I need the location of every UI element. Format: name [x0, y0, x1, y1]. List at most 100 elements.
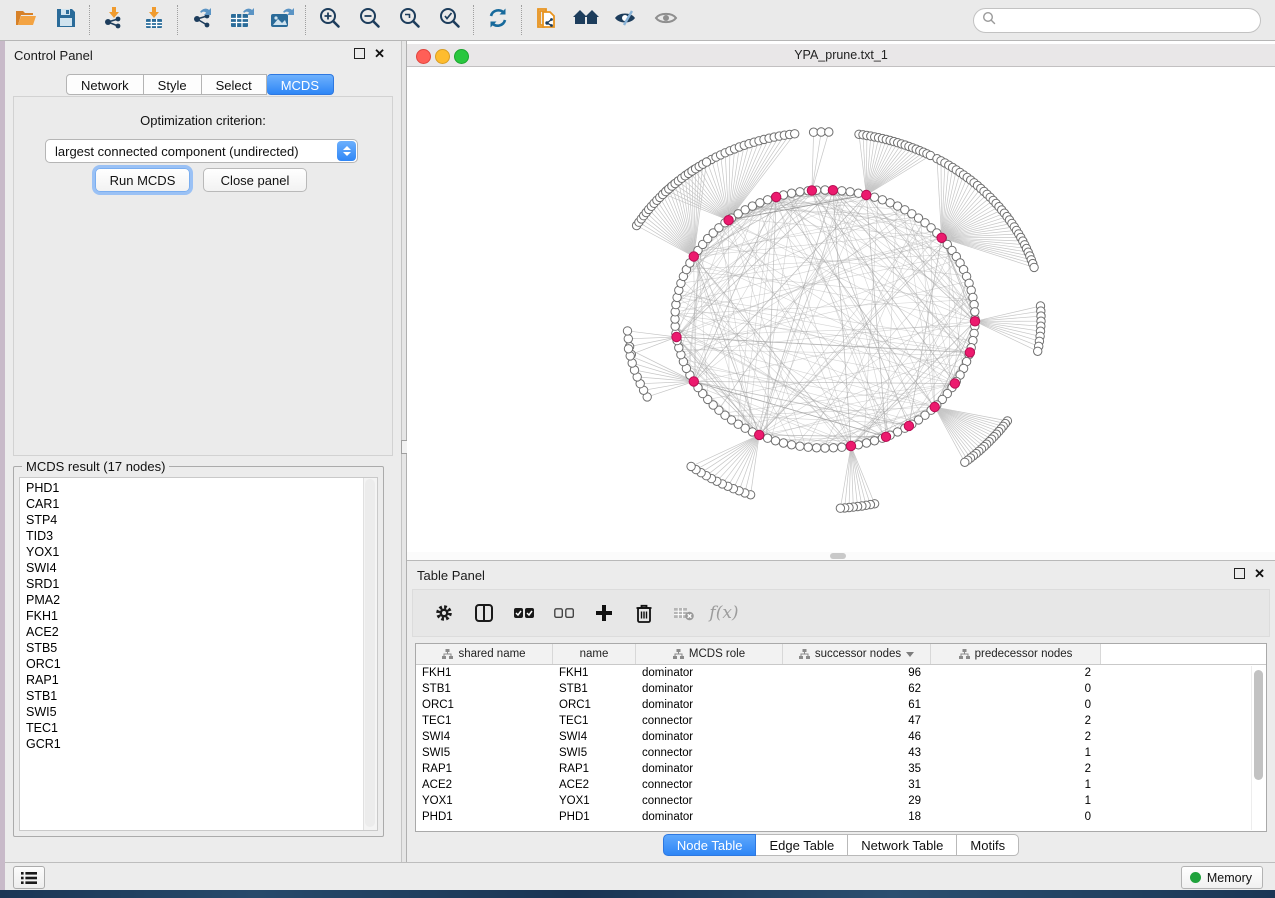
criterion-dropdown[interactable]: largest connected component (undirected) — [45, 139, 358, 163]
mcds-result-item[interactable]: GCR1 — [20, 736, 363, 752]
mcds-result-listbox[interactable]: PHD1CAR1STP4TID3YOX1SWI4SRD1PMA2FKH1ACE2… — [19, 477, 378, 831]
zoom-out-button[interactable] — [350, 3, 390, 37]
delete-table-button[interactable] — [669, 598, 699, 628]
tab-network-table[interactable]: Network Table — [848, 834, 957, 856]
show-all-button[interactable] — [646, 3, 686, 37]
run-mcds-button[interactable]: Run MCDS — [95, 168, 190, 192]
tab-style[interactable]: Style — [144, 74, 202, 95]
column-header-successor-nodes[interactable]: successor nodes — [783, 644, 931, 664]
function-builder-button[interactable]: f(x) — [709, 598, 739, 628]
select-all-button[interactable] — [509, 598, 539, 628]
float-window-icon[interactable] — [1234, 568, 1245, 579]
import-table-button[interactable] — [134, 3, 174, 37]
toolbar-separator — [521, 5, 523, 35]
mcds-result-item[interactable]: STB5 — [20, 640, 363, 656]
mcds-result-title: MCDS result (17 nodes) — [22, 459, 169, 474]
mcds-result-item[interactable]: YOX1 — [20, 544, 363, 560]
mcds-result-item[interactable]: STB1 — [20, 688, 363, 704]
mcds-result-item[interactable]: SWI4 — [20, 560, 363, 576]
table-settings-button[interactable] — [429, 598, 459, 628]
close-panel-button[interactable]: Close panel — [203, 168, 307, 192]
search-field[interactable] — [973, 8, 1261, 33]
table-row[interactable]: SWI4SWI4dominator462 — [416, 729, 1252, 745]
memory-button[interactable]: Memory — [1181, 866, 1263, 889]
tab-motifs[interactable]: Motifs — [957, 834, 1019, 856]
export-image-button[interactable] — [262, 3, 302, 37]
table-row[interactable]: ACE2ACE2connector311 — [416, 777, 1252, 793]
list-icon — [21, 871, 37, 885]
network-graph[interactable] — [407, 67, 1275, 560]
memory-label: Memory — [1207, 871, 1252, 885]
zoom-selected-button[interactable] — [430, 3, 470, 37]
network-window-titlebar[interactable]: YPA_prune.txt_1 — [407, 44, 1275, 67]
table-row[interactable]: PHD1PHD1dominator180 — [416, 809, 1252, 825]
network-canvas[interactable] — [407, 67, 1275, 560]
search-icon — [982, 11, 997, 31]
main-toolbar — [0, 0, 1275, 41]
close-panel-icon[interactable]: ✕ — [374, 49, 385, 59]
network-hscrollbar[interactable] — [407, 552, 1275, 560]
column-header-predecessor-nodes[interactable]: predecessor nodes — [931, 644, 1101, 664]
export-table-button[interactable] — [222, 3, 262, 37]
mcds-list-scrollbar[interactable] — [363, 478, 377, 830]
node-table[interactable]: shared name name MCDS role successor nod… — [415, 643, 1267, 832]
tab-select[interactable]: Select — [202, 74, 267, 95]
home-button[interactable] — [566, 3, 606, 37]
tab-network[interactable]: Network — [66, 74, 144, 95]
deselect-all-button[interactable] — [549, 598, 579, 628]
delete-column-button[interactable] — [629, 598, 659, 628]
table-row[interactable]: SWI5SWI5connector431 — [416, 745, 1252, 761]
search-input[interactable] — [997, 13, 1260, 29]
close-panel-icon[interactable]: ✕ — [1254, 569, 1265, 579]
hide-selected-button[interactable] — [606, 3, 646, 37]
open-button[interactable] — [6, 3, 46, 37]
table-row[interactable]: TEC1TEC1connector472 — [416, 713, 1252, 729]
mcds-result-item[interactable]: PMA2 — [20, 592, 363, 608]
table-toolbar: f(x) — [412, 589, 1270, 637]
show-columns-button[interactable] — [469, 598, 499, 628]
zoom-fit-button[interactable] — [390, 3, 430, 37]
mcds-result-item[interactable]: ORC1 — [20, 656, 363, 672]
add-column-button[interactable] — [589, 598, 619, 628]
column-type-icon — [959, 649, 970, 659]
table-row[interactable]: RAP1RAP1dominator352 — [416, 761, 1252, 777]
mcds-result-item[interactable]: RAP1 — [20, 672, 363, 688]
mcds-result-item[interactable]: CAR1 — [20, 496, 363, 512]
tab-mcds[interactable]: MCDS — [267, 74, 334, 95]
mcds-result-item[interactable]: SWI5 — [20, 704, 363, 720]
refresh-button[interactable] — [478, 3, 518, 37]
dropdown-stepper-icon — [337, 141, 356, 161]
column-type-icon — [799, 649, 810, 659]
mcds-result-item[interactable]: TID3 — [20, 528, 363, 544]
table-row[interactable]: ORC1ORC1dominator610 — [416, 697, 1252, 713]
mcds-result-item[interactable]: STP4 — [20, 512, 363, 528]
float-window-icon[interactable] — [354, 48, 365, 59]
toolbar-separator — [89, 5, 91, 35]
export-network-button[interactable] — [182, 3, 222, 37]
table-body[interactable]: FKH1FKH1dominator962STB1STB1dominator620… — [416, 665, 1252, 831]
control-panel-title: Control Panel — [14, 48, 93, 63]
eye-icon — [653, 7, 679, 34]
import-network-button[interactable] — [94, 3, 134, 37]
save-button[interactable] — [46, 3, 86, 37]
tab-node-table[interactable]: Node Table — [663, 834, 757, 856]
duplicate-network-button[interactable] — [526, 3, 566, 37]
table-row[interactable]: STB1STB1dominator620 — [416, 681, 1252, 697]
eye-slash-icon — [613, 7, 639, 34]
mcds-result-item[interactable]: SRD1 — [20, 576, 363, 592]
show-log-button[interactable] — [13, 866, 45, 889]
table-row[interactable]: YOX1YOX1connector291 — [416, 793, 1252, 809]
column-header-mcds-role[interactable]: MCDS role — [636, 644, 783, 664]
mcds-result-item[interactable]: ACE2 — [20, 624, 363, 640]
mcds-result-item[interactable]: PHD1 — [20, 480, 363, 496]
export-image-icon — [269, 6, 295, 35]
column-header-shared-name[interactable]: shared name — [416, 644, 553, 664]
table-row[interactable]: FKH1FKH1dominator962 — [416, 665, 1252, 681]
table-vscrollbar[interactable] — [1251, 666, 1265, 830]
column-header-name[interactable]: name — [553, 644, 636, 664]
zoom-in-button[interactable] — [310, 3, 350, 37]
mcds-result-item[interactable]: TEC1 — [20, 720, 363, 736]
tab-edge-table[interactable]: Edge Table — [756, 834, 848, 856]
mcds-result-item[interactable]: FKH1 — [20, 608, 363, 624]
status-bar: Memory — [5, 862, 1275, 890]
